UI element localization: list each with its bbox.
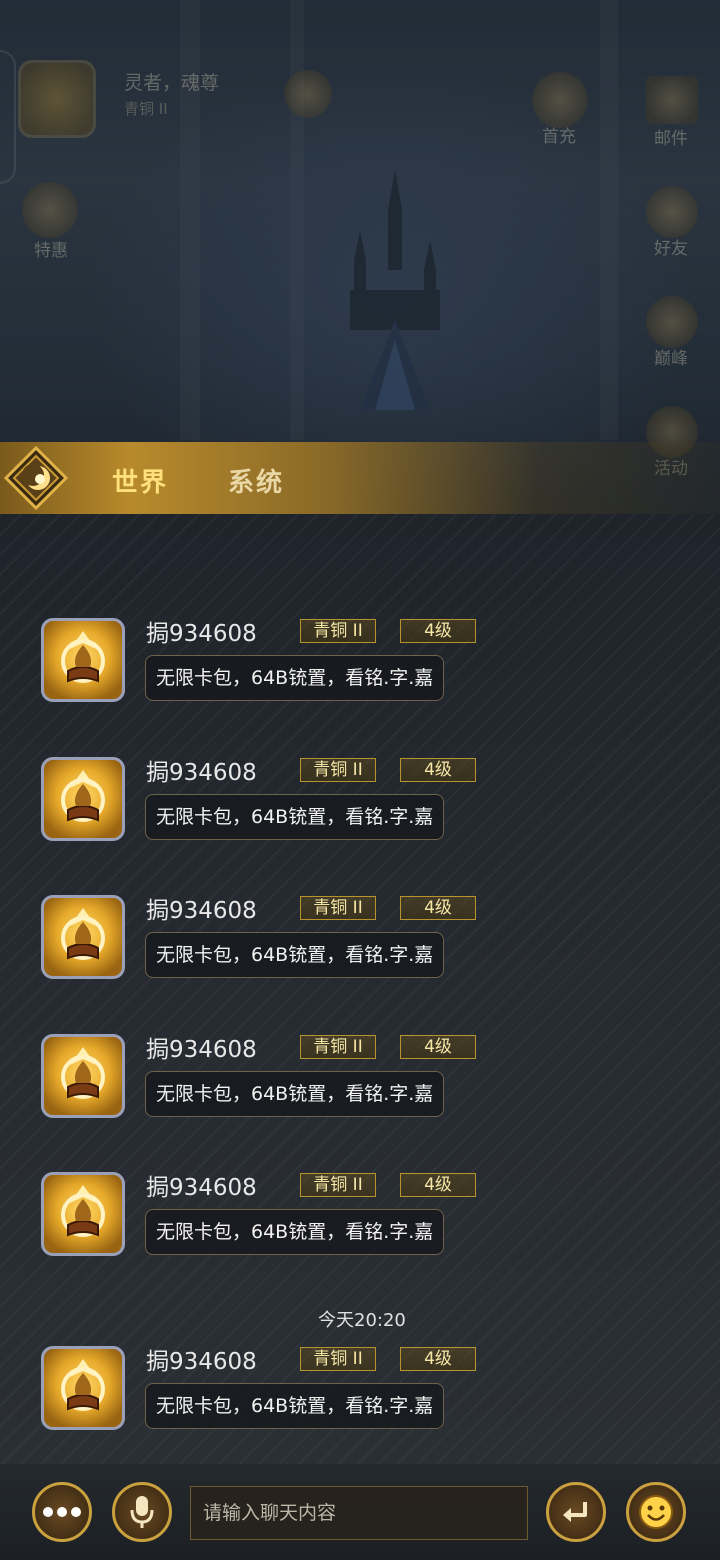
voice-button[interactable] bbox=[112, 1482, 172, 1542]
rank-badge: 青铜 II bbox=[300, 1035, 376, 1059]
book-emblem-icon bbox=[61, 631, 105, 683]
chat-input[interactable] bbox=[190, 1486, 528, 1540]
message-username[interactable]: 挶934608 bbox=[146, 614, 257, 648]
message-timestamp: 今天20:20 bbox=[318, 1310, 406, 1331]
rank-badge: 青铜 II bbox=[300, 1347, 376, 1371]
user-avatar[interactable] bbox=[41, 1346, 125, 1430]
level-badge: 4级 bbox=[400, 1173, 476, 1197]
mail-label: 邮件 bbox=[654, 129, 688, 149]
message-username[interactable]: 挶934608 bbox=[146, 891, 257, 925]
more-dots-icon bbox=[43, 1507, 81, 1517]
user-avatar[interactable] bbox=[41, 1172, 125, 1256]
game-background: 灵者，魂尊 青铜 II 特惠 首充 邮件 好友 巅峰 活动 bbox=[0, 0, 720, 515]
return-icon bbox=[563, 1502, 587, 1522]
level-badge: 4级 bbox=[400, 758, 476, 782]
first-recharge-icon[interactable] bbox=[532, 72, 588, 128]
send-button[interactable] bbox=[546, 1482, 606, 1542]
level-badge: 4级 bbox=[400, 619, 476, 643]
rank-badge: 青铜 II bbox=[300, 619, 376, 643]
level-badge: 4级 bbox=[400, 1347, 476, 1371]
book-emblem-icon bbox=[61, 908, 105, 960]
message-bubble: 无限卡包，64B铳置，看铭.字.嘉 bbox=[145, 1071, 445, 1117]
tab-world[interactable]: 世界 bbox=[112, 462, 168, 499]
rank-badge: 青铜 II bbox=[300, 896, 376, 920]
mail-icon[interactable] bbox=[646, 76, 698, 124]
book-emblem-icon bbox=[61, 1359, 105, 1411]
first-recharge-label: 首充 bbox=[542, 127, 576, 147]
player-avatar[interactable] bbox=[18, 60, 96, 138]
more-button[interactable] bbox=[32, 1482, 92, 1542]
special-offer-label: 特惠 bbox=[34, 241, 68, 261]
message-username[interactable]: 挶934608 bbox=[146, 1342, 257, 1376]
message-username[interactable]: 挶934608 bbox=[146, 1030, 257, 1064]
level-badge: 4级 bbox=[400, 1035, 476, 1059]
chat-tab-bar bbox=[0, 442, 720, 514]
user-avatar[interactable] bbox=[41, 618, 125, 702]
special-offer-icon[interactable] bbox=[22, 182, 78, 238]
rank-badge: 青铜 II bbox=[300, 1173, 376, 1197]
message-username[interactable]: 挶934608 bbox=[146, 753, 257, 787]
friends-icon[interactable] bbox=[646, 186, 698, 238]
message-bubble: 无限卡包，64B铳置，看铭.字.嘉 bbox=[145, 1383, 445, 1429]
book-emblem-icon bbox=[61, 770, 105, 822]
emoji-button[interactable] bbox=[626, 1482, 686, 1542]
peak-label: 巅峰 bbox=[654, 349, 688, 369]
player-name: 灵者，魂尊 bbox=[124, 72, 220, 94]
friends-label: 好友 bbox=[654, 239, 688, 259]
user-avatar[interactable] bbox=[41, 1034, 125, 1118]
peak-icon[interactable] bbox=[646, 296, 698, 348]
player-rank: 青铜 II bbox=[124, 100, 168, 118]
message-bubble: 无限卡包，64B铳置，看铭.字.嘉 bbox=[145, 932, 445, 978]
microphone-icon bbox=[130, 1496, 154, 1528]
hud-frame bbox=[0, 50, 16, 184]
book-emblem-icon bbox=[61, 1185, 105, 1237]
message-username[interactable]: 挶934608 bbox=[146, 1168, 257, 1202]
tab-system[interactable]: 系统 bbox=[228, 462, 284, 499]
chat-message-list[interactable]: 无限卡包，64B铳置，看铭.字.嘉挶934608青铜 II4级无限卡包，64B铳… bbox=[0, 514, 720, 1464]
moon-emblem-icon[interactable] bbox=[4, 446, 68, 510]
level-badge: 4级 bbox=[400, 896, 476, 920]
eye-icon[interactable] bbox=[284, 70, 332, 118]
message-bubble: 无限卡包，64B铳置，看铭.字.嘉 bbox=[145, 794, 445, 840]
book-emblem-icon bbox=[61, 1047, 105, 1099]
message-bubble: 无限卡包，64B铳置，看铭.字.嘉 bbox=[145, 1209, 445, 1255]
user-avatar[interactable] bbox=[41, 757, 125, 841]
scene-overlay bbox=[0, 0, 720, 515]
smiley-icon bbox=[639, 1495, 673, 1529]
message-bubble: 无限卡包，64B铳置，看铭.字.嘉 bbox=[145, 655, 445, 701]
rank-badge: 青铜 II bbox=[300, 758, 376, 782]
user-avatar[interactable] bbox=[41, 895, 125, 979]
